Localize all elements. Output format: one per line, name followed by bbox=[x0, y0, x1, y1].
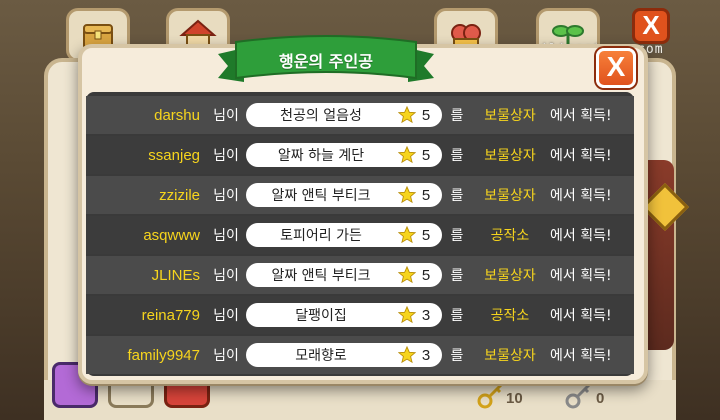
item-level: 5 bbox=[421, 146, 431, 164]
source-label: 보물상자 bbox=[484, 108, 536, 124]
silver-key-count: 0 bbox=[596, 390, 605, 407]
item-pill: 달팽이집 3 bbox=[246, 303, 442, 327]
source-label: 보물상자 bbox=[484, 188, 536, 204]
item-name: 알짜 앤틱 부티크 bbox=[271, 188, 371, 204]
source-label: 공작소 bbox=[490, 308, 530, 324]
star-icon bbox=[398, 106, 416, 124]
item-pill: 토피어리 가든 5 bbox=[246, 223, 442, 247]
subject-particle: 님이 bbox=[213, 308, 239, 324]
acquire-text: 에서 획득! bbox=[550, 348, 612, 364]
subject-particle: 님이 bbox=[213, 108, 239, 124]
modal-title: 행운의 주인공 bbox=[279, 52, 373, 71]
item-name: 달팽이집 bbox=[295, 308, 347, 324]
star-icon bbox=[398, 146, 416, 164]
star-icon bbox=[398, 346, 416, 364]
subject-particle: 님이 bbox=[213, 188, 239, 204]
acquire-text: 에서 획득! bbox=[550, 108, 612, 124]
source-label: 보물상자 bbox=[484, 148, 536, 164]
object-particle: 를 bbox=[450, 268, 464, 284]
acquire-text: 에서 획득! bbox=[550, 268, 612, 284]
gold-key-icon bbox=[477, 383, 503, 409]
item-level: 3 bbox=[421, 306, 431, 324]
modal-close-button[interactable]: X bbox=[596, 48, 636, 88]
star-icon bbox=[398, 186, 416, 204]
object-particle: 를 bbox=[450, 228, 464, 244]
gold-key-count: 10 bbox=[506, 390, 523, 407]
winners-list: darshu 님이 천공의 얼음성 5 를 보물상자 에서 획득! ssanje… bbox=[86, 92, 634, 376]
item-name: 토피어리 가든 bbox=[280, 228, 362, 244]
subject-particle: 님이 bbox=[213, 268, 239, 284]
list-item: family9947 님이 모래향로 3 를 보물상자 에서 획득! bbox=[86, 336, 634, 374]
star-icon bbox=[398, 226, 416, 244]
item-pill: 알짜 하늘 계단 5 bbox=[246, 143, 442, 167]
item-pill: 모래향로 3 bbox=[246, 343, 442, 367]
item-level: 5 bbox=[421, 106, 431, 124]
list-item: reina779 님이 달팽이집 3 를 공작소 에서 획득! bbox=[86, 296, 634, 334]
item-level: 3 bbox=[421, 346, 431, 364]
username: reina779 bbox=[141, 306, 200, 324]
item-level: 5 bbox=[421, 186, 431, 204]
object-particle: 를 bbox=[450, 148, 464, 164]
subject-particle: 님이 bbox=[213, 348, 239, 364]
object-particle: 를 bbox=[450, 308, 464, 324]
list-item: JLINEs 님이 알짜 앤틱 부티크 5 를 보물상자 에서 획득! bbox=[86, 256, 634, 294]
username: darshu bbox=[154, 106, 200, 124]
star-icon bbox=[398, 266, 416, 284]
username: JLINEs bbox=[151, 266, 200, 284]
acquire-text: 에서 획득! bbox=[550, 148, 612, 164]
item-name: 알짜 하늘 계단 bbox=[277, 148, 365, 164]
star-icon bbox=[398, 306, 416, 324]
acquire-text: 에서 획득! bbox=[550, 188, 612, 204]
background-close-button[interactable]: X bbox=[632, 8, 670, 44]
source-label: 공작소 bbox=[490, 228, 530, 244]
silver-key-icon bbox=[565, 383, 591, 409]
item-name: 알짜 앤틱 부티크 bbox=[271, 268, 371, 284]
username: ssanjeg bbox=[148, 146, 200, 164]
list-item: zzizile 님이 알짜 앤틱 부티크 5 를 보물상자 에서 획득! bbox=[86, 176, 634, 214]
item-name: 천공의 얼음성 bbox=[280, 108, 362, 124]
subject-particle: 님이 bbox=[213, 228, 239, 244]
list-item: asqwww 님이 토피어리 가든 5 를 공작소 에서 획득! bbox=[86, 216, 634, 254]
object-particle: 를 bbox=[450, 108, 464, 124]
item-pill: 알짜 앤틱 부티크 5 bbox=[246, 263, 442, 287]
item-name: 모래향로 bbox=[295, 348, 347, 364]
acquire-text: 에서 획득! bbox=[550, 228, 612, 244]
acquire-text: 에서 획득! bbox=[550, 308, 612, 324]
item-level: 5 bbox=[421, 266, 431, 284]
title-ribbon: 행운의 주인공 bbox=[218, 34, 434, 94]
object-particle: 를 bbox=[450, 188, 464, 204]
subject-particle: 님이 bbox=[213, 148, 239, 164]
object-particle: 를 bbox=[450, 348, 464, 364]
username: zzizile bbox=[159, 186, 200, 204]
username: asqwww bbox=[143, 226, 200, 244]
item-pill: 천공의 얼음성 5 bbox=[246, 103, 442, 127]
list-item: ssanjeg 님이 알짜 하늘 계단 5 를 보물상자 에서 획득! bbox=[86, 136, 634, 174]
item-level: 5 bbox=[421, 226, 431, 244]
item-pill: 알짜 앤틱 부티크 5 bbox=[246, 183, 442, 207]
list-item: darshu 님이 천공의 얼음성 5 를 보물상자 에서 획득! bbox=[86, 96, 634, 134]
source-label: 보물상자 bbox=[484, 348, 536, 364]
username: family9947 bbox=[127, 346, 200, 364]
source-label: 보물상자 bbox=[484, 268, 536, 284]
